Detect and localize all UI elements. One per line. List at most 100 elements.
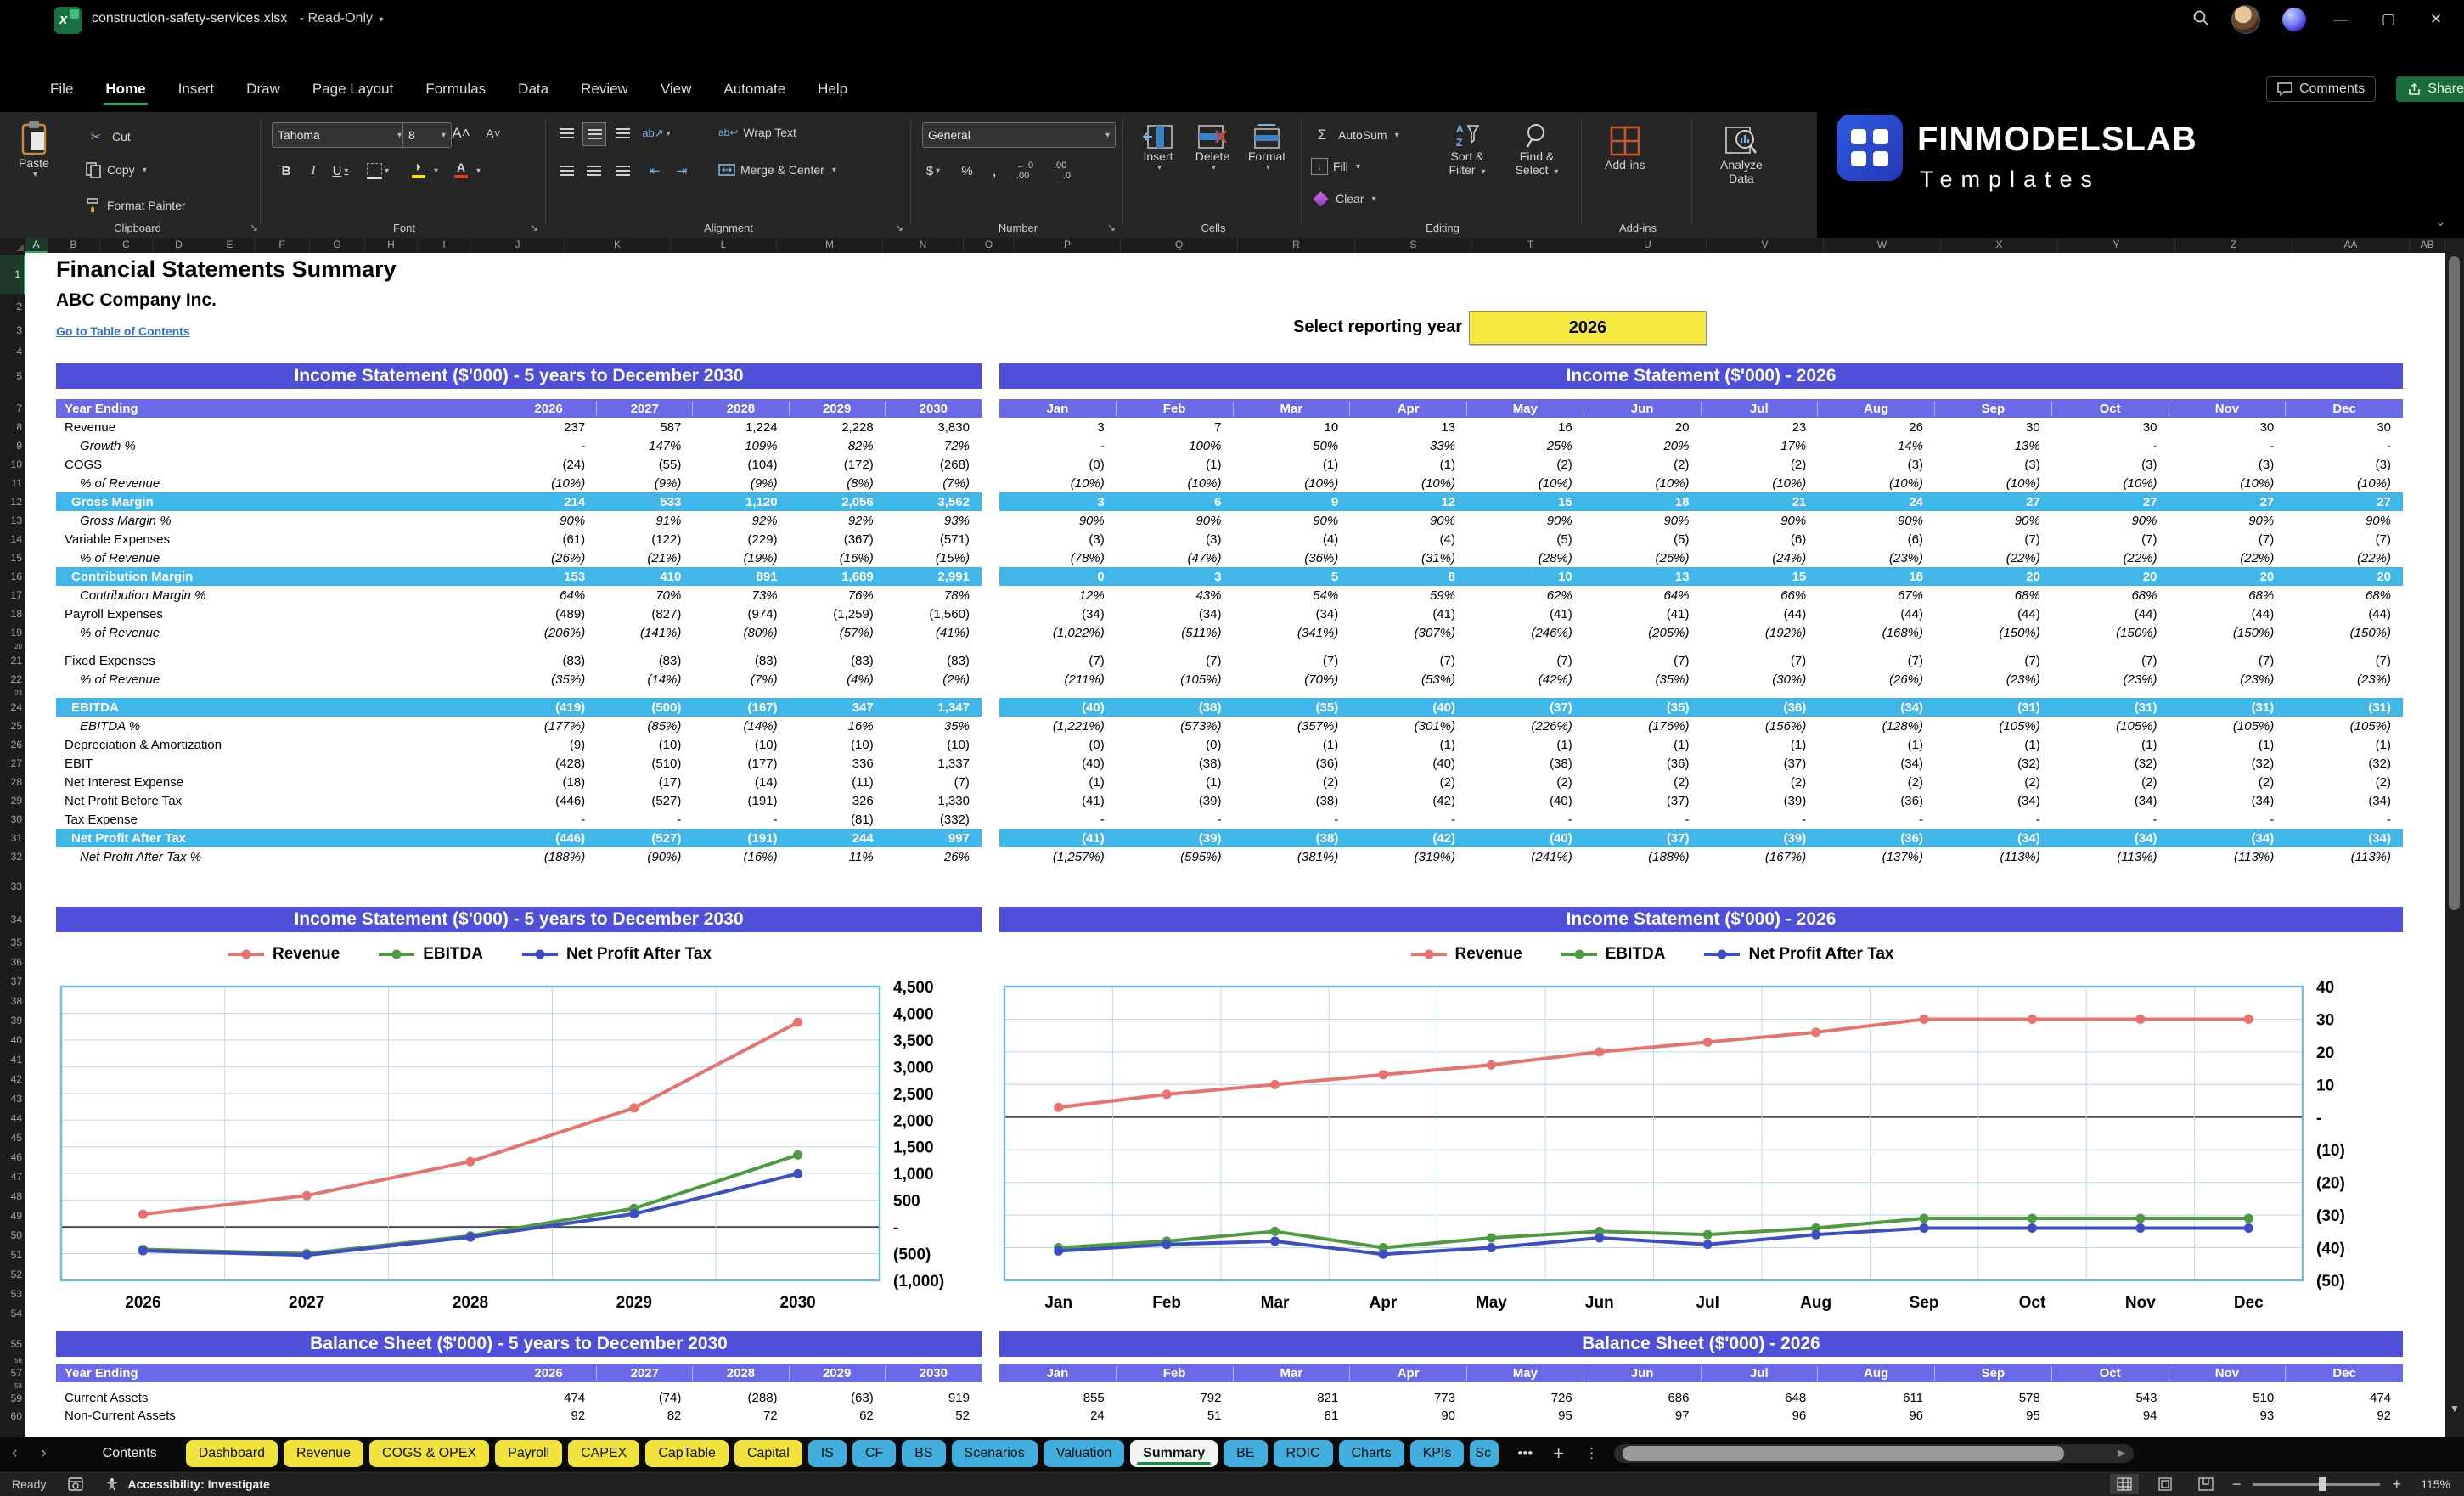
cell-value[interactable]: (21%)	[597, 551, 693, 565]
row-header-40[interactable]: 40	[0, 1030, 25, 1049]
cell-value[interactable]: 1,347	[886, 700, 982, 715]
cell-value[interactable]: (44)	[2052, 607, 2169, 621]
cell-value[interactable]: (167)	[693, 700, 789, 715]
cell-value[interactable]: 90%	[1935, 514, 2052, 528]
income-statement-monthly-chart[interactable]: Income Statement ($'000) - 2026 Revenue E…	[999, 907, 2403, 1319]
cell-value[interactable]: 12	[1350, 495, 1467, 509]
cell-value[interactable]: (61)	[501, 532, 597, 547]
row-header-29[interactable]: 29	[0, 791, 25, 810]
accounting-format-icon[interactable]: $ ▾	[922, 160, 944, 182]
cell-value[interactable]: (1)	[1117, 458, 1234, 472]
cell-value[interactable]: 52	[886, 1409, 982, 1423]
select-all-corner[interactable]	[0, 238, 26, 254]
cell-value[interactable]: (1)	[2052, 738, 2169, 752]
cell-value[interactable]: -	[2286, 813, 2403, 827]
accessibility-icon[interactable]	[105, 1477, 119, 1491]
cell-value[interactable]: (34)	[2286, 831, 2403, 846]
cell-value[interactable]: (2)	[2286, 775, 2403, 790]
cell-value[interactable]: 1,689	[790, 570, 886, 584]
cell-value[interactable]: (150%)	[2052, 626, 2169, 640]
column-header-B[interactable]: B	[48, 238, 100, 253]
cell-value[interactable]: 773	[1350, 1391, 1467, 1405]
cell-value[interactable]: (39)	[1117, 794, 1234, 808]
cell-value[interactable]: 50%	[1234, 439, 1351, 453]
percent-style-icon[interactable]: %	[956, 160, 978, 182]
format-painter-button[interactable]: Format Painter	[85, 197, 186, 214]
row-label[interactable]: Revenue	[56, 420, 501, 435]
cell-value[interactable]: (26%)	[1584, 551, 1702, 565]
cell-value[interactable]: (55)	[597, 458, 693, 472]
row-label[interactable]: EBITDA	[56, 700, 501, 715]
cell-value[interactable]: (38)	[1467, 756, 1584, 771]
cell-value[interactable]: (105%)	[2052, 719, 2169, 734]
row-label[interactable]: Depreciation & Amortization	[56, 738, 501, 752]
row-header-49[interactable]: 49	[0, 1206, 25, 1225]
cell-value[interactable]: (41)	[999, 794, 1117, 808]
cell-value[interactable]: (83)	[790, 654, 886, 668]
format-cells-button[interactable]: Format ▾	[1241, 124, 1292, 172]
cell-value[interactable]: (510)	[597, 756, 693, 771]
cell-value[interactable]: 7	[1117, 420, 1234, 435]
cell-value[interactable]: 1,330	[886, 794, 982, 808]
cell-value[interactable]: (34)	[999, 607, 1117, 621]
cell-value[interactable]: (23%)	[2169, 672, 2287, 687]
cell-value[interactable]: 533	[597, 495, 693, 509]
cell-value[interactable]: (40)	[999, 756, 1117, 771]
cell-value[interactable]: (35)	[1234, 700, 1351, 715]
underline-button[interactable]: U ▾	[329, 160, 352, 182]
menu-item-automate[interactable]: Automate	[722, 74, 787, 104]
cut-button[interactable]: ✂ Cut	[85, 126, 131, 148]
cell-value[interactable]: (32)	[2169, 756, 2287, 771]
column-header-G[interactable]: G	[310, 238, 365, 253]
line-chart[interactable]: (50) (40) (30) (20) (10) - 10 20 30 40 Jan Feb Mar Ap…	[999, 966, 2403, 1314]
cell-value[interactable]: (2)	[1818, 775, 1935, 790]
cell-value[interactable]: (307%)	[1350, 626, 1467, 640]
cell-value[interactable]: 686	[1584, 1391, 1702, 1405]
cell-value[interactable]: (3)	[1935, 458, 2052, 472]
cell-value[interactable]: (1)	[1350, 738, 1467, 752]
cell-value[interactable]: (122)	[597, 532, 693, 547]
cell-value[interactable]: (1)	[1584, 738, 1702, 752]
decrease-indent-icon[interactable]: ⇤	[644, 160, 666, 182]
cell-value[interactable]: 90%	[2052, 514, 2169, 528]
cell-value[interactable]: (4%)	[790, 672, 886, 687]
row-header-57[interactable]: 57	[0, 1364, 25, 1382]
cell-value[interactable]: 30	[2052, 420, 2169, 435]
fill-button[interactable]: ↓ Fill ▾	[1311, 158, 1360, 175]
row-header-46[interactable]: 46	[0, 1147, 25, 1167]
column-header-E[interactable]: E	[205, 238, 255, 253]
column-header-I[interactable]: I	[418, 238, 471, 253]
cell-value[interactable]: 347	[790, 700, 886, 715]
cell-value[interactable]: 13	[1584, 570, 1702, 584]
cell-value[interactable]: (6)	[1702, 532, 1819, 547]
cell-value[interactable]: -	[501, 813, 597, 827]
cell-value[interactable]: 726	[1467, 1391, 1584, 1405]
cell-value[interactable]: 18	[1818, 570, 1935, 584]
cell-value[interactable]: (105%)	[2286, 719, 2403, 734]
line-chart[interactable]: (1,000) (500) - 500 1,000 1,500 2,000 2,500 3,00…	[56, 966, 982, 1314]
scroll-down-arrow[interactable]: ▼	[2450, 1403, 2460, 1414]
cell-value[interactable]: (827)	[597, 607, 693, 621]
cell-value[interactable]: (128%)	[1818, 719, 1935, 734]
row-header-53[interactable]: 53	[0, 1284, 25, 1303]
cell-value[interactable]: -	[1584, 813, 1702, 827]
cell-value[interactable]: 94	[2052, 1409, 2169, 1423]
row-header-52[interactable]: 52	[0, 1264, 25, 1284]
cell-value[interactable]: (500)	[597, 700, 693, 715]
cell-value[interactable]: (28%)	[1467, 551, 1584, 565]
cell-value[interactable]: (8%)	[790, 476, 886, 491]
cell-value[interactable]: (527)	[597, 831, 693, 846]
cell-value[interactable]: (7)	[2052, 654, 2169, 668]
align-middle-icon[interactable]	[582, 122, 606, 146]
cell-value[interactable]: (34)	[1935, 831, 2052, 846]
cell-value[interactable]: (10)	[597, 738, 693, 752]
cell-value[interactable]: (2)	[1702, 775, 1819, 790]
more-sheets-icon[interactable]: •••	[1517, 1445, 1533, 1462]
cell-value[interactable]: (41)	[1584, 607, 1702, 621]
row-header-26[interactable]: 26	[0, 735, 25, 754]
cell-value[interactable]: (191)	[693, 831, 789, 846]
row-header-28[interactable]: 28	[0, 773, 25, 791]
cell-value[interactable]: (30%)	[1702, 672, 1819, 687]
search-icon[interactable]	[2192, 9, 2209, 31]
column-header-AA[interactable]: AA	[2292, 238, 2410, 253]
